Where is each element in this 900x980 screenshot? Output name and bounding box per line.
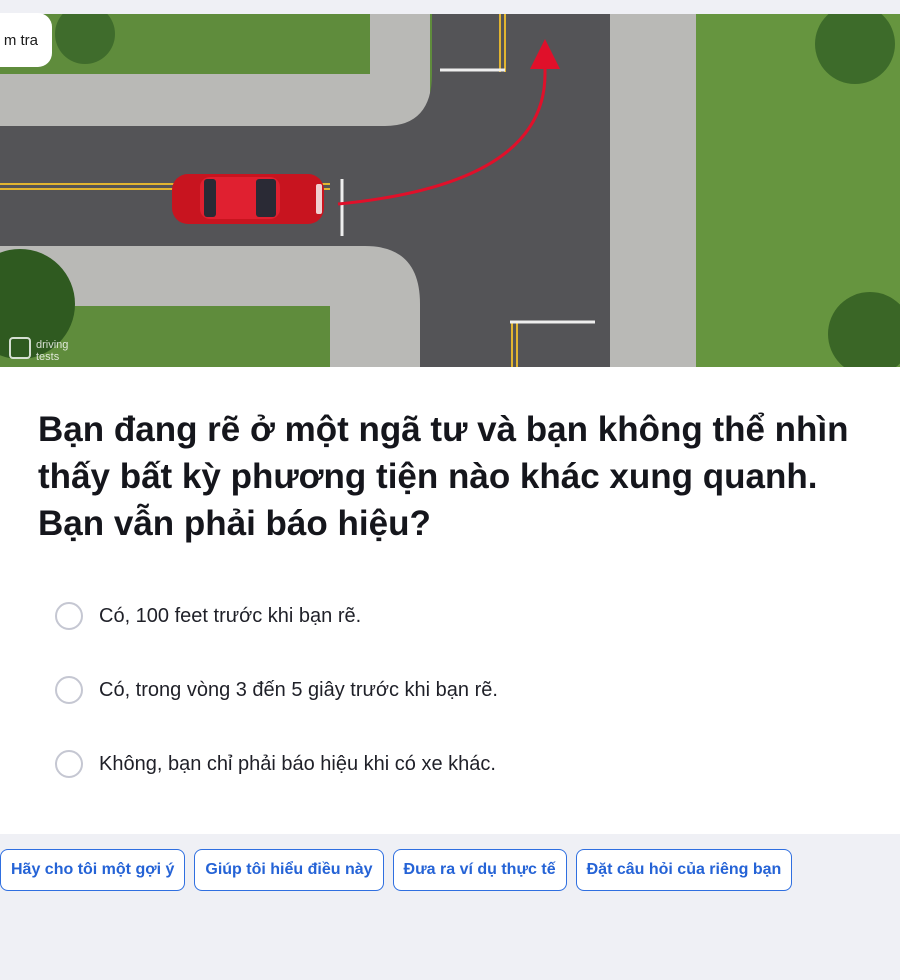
quiz-tag: m tra [0,13,52,67]
answer-option[interactable]: Không, bạn chỉ phải báo hiệu khi có xe k… [55,744,855,784]
question-image: driving tests [0,14,900,367]
answer-label: Không, bạn chỉ phải báo hiệu khi có xe k… [99,752,496,775]
radio-button[interactable] [55,602,83,630]
watermark-text: tests [36,351,60,363]
help-chips: Hãy cho tôi một gợi ý Giúp tôi hiểu điều… [0,849,793,891]
question-text: Bạn đang rẽ ở một ngã tư và bạn không th… [38,410,849,543]
red-car [172,174,324,224]
answer-label: Có, trong vòng 3 đến 5 giây trước khi bạ… [99,678,498,701]
answer-option[interactable]: Có, 100 feet trước khi bạn rẽ. [55,596,855,636]
hint-chip[interactable]: Hãy cho tôi một gợi ý [0,849,186,891]
explain-chip[interactable]: Giúp tôi hiểu điều này [194,849,384,891]
question-card: driving tests Bạn đang rẽ ở một ngã tư v… [0,14,900,834]
example-chip[interactable]: Đưa ra ví dụ thực tế [392,849,567,891]
answer-label: Có, 100 feet trước khi bạn rẽ. [99,604,362,627]
radio-button[interactable] [55,676,83,704]
answer-options: Có, 100 feet trước khi bạn rẽ. Có, trong… [55,596,855,818]
sidewalk-top [0,74,430,126]
ask-own-question-chip[interactable]: Đặt câu hỏi của riêng bạn [575,849,793,891]
watermark-text: driving [36,339,68,351]
radio-button[interactable] [55,750,83,778]
answer-option[interactable]: Có, trong vòng 3 đến 5 giây trước khi bạ… [55,670,855,710]
